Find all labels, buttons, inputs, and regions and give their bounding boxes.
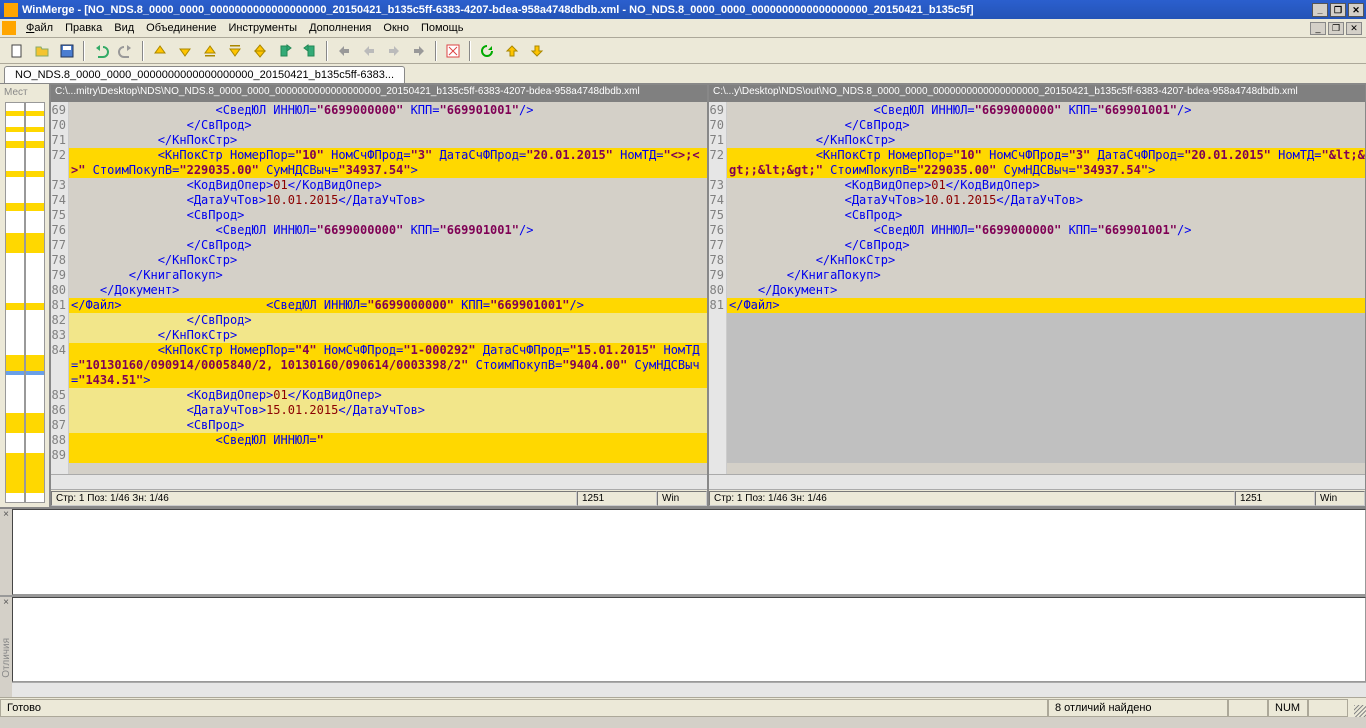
bottom-hscroll[interactable] [12,682,1366,697]
app-icon [4,3,18,17]
merge-right-all-icon[interactable] [408,40,430,62]
status-scrl [1308,699,1348,717]
location-strip-left[interactable] [5,102,25,503]
document-tab[interactable]: NO_NDS.8_0000_0000_0000000000000000000_2… [4,66,405,83]
refresh-icon[interactable] [476,40,498,62]
titlebar: WinMerge - [NO_NDS.8_0000_0000_000000000… [0,0,1366,19]
statusbar: Готово 8 отличий найдено NUM [0,697,1366,717]
right-code[interactable]: <СведЮЛ ИННЮЛ="6699000000" КПП="66990100… [727,102,1365,474]
location-pane[interactable]: Мест [0,84,50,507]
merge-right-icon[interactable] [383,40,405,62]
menu-window[interactable]: Окно [377,20,415,36]
mdi-minimize[interactable]: _ [1310,22,1326,35]
copy-left-icon[interactable] [299,40,321,62]
left-pane: C:\...mitry\Desktop\NDS\NO_NDS.8_0000_00… [50,84,708,507]
right-pane: C:\...y\Desktop\NDS\out\NO_NDS.8_0000_00… [708,84,1366,507]
right-pos: Стр: 1 Поз: 1/46 Зн: 1/46 [709,491,1235,506]
bottom-close-1[interactable]: × [3,509,9,520]
all-up-icon[interactable] [501,40,523,62]
save-icon[interactable] [56,40,78,62]
right-hscroll[interactable] [709,474,1365,489]
minimize-button[interactable]: _ [1312,3,1328,17]
bottom-content-2[interactable] [12,597,1366,683]
window-title: WinMerge - [NO_NDS.8_0000_0000_000000000… [22,4,1312,16]
main-area: Мест C:\...mitry\Desktop\NDS\NO_NDS.8_00… [0,84,1366,507]
menu-help[interactable]: Помощь [415,20,470,36]
diff-prev-icon[interactable] [149,40,171,62]
status-diffs: 8 отличий найдено [1048,699,1228,717]
mdi-close[interactable]: ✕ [1346,22,1362,35]
close-button[interactable]: ✕ [1348,3,1364,17]
menu-tools[interactable]: Инструменты [222,20,303,36]
left-status: Стр: 1 Поз: 1/46 Зн: 1/46 1251 Win [51,489,707,506]
document-tabs: NO_NDS.8_0000_0000_0000000000000000000_2… [0,64,1366,84]
merge-left-icon[interactable] [358,40,380,62]
right-eol: Win [1315,491,1365,506]
status-ready: Готово [0,699,1048,717]
status-num: NUM [1268,699,1308,717]
left-gutter: 6970717273747576777879808182838485868788… [51,102,69,474]
location-strip-right[interactable] [25,102,45,503]
copy-right-icon[interactable] [274,40,296,62]
diff-current-icon[interactable] [249,40,271,62]
left-enc: 1251 [577,491,657,506]
left-eol: Win [657,491,707,506]
menu-merge[interactable]: Объединение [140,20,222,36]
menu-plugins[interactable]: Дополнения [303,20,377,36]
mdi-icon [2,21,16,35]
maximize-button[interactable]: ❐ [1330,3,1346,17]
left-hscroll[interactable] [51,474,707,489]
right-gutter: 69707172737475767778798081 [709,102,727,474]
location-label: Мест [4,87,28,98]
all-down-icon[interactable] [526,40,548,62]
menu-view[interactable]: Вид [108,20,140,36]
bottom-close-2[interactable]: × [3,597,9,608]
bottom-label: Отличия [1,638,12,678]
highlight-icon[interactable] [442,40,464,62]
menubar: Файл Правка Вид Объединение Инструменты … [0,19,1366,38]
open-icon[interactable] [31,40,53,62]
bottom-content-1[interactable] [12,509,1366,595]
undo-icon[interactable] [90,40,112,62]
left-path[interactable]: C:\...mitry\Desktop\NDS\NO_NDS.8_0000_00… [51,85,707,102]
right-status: Стр: 1 Поз: 1/46 Зн: 1/46 1251 Win [709,489,1365,506]
diff-next2-icon[interactable] [224,40,246,62]
right-path[interactable]: C:\...y\Desktop\NDS\out\NO_NDS.8_0000_00… [709,85,1365,102]
diff-next-icon[interactable] [174,40,196,62]
menu-edit[interactable]: Правка [59,20,108,36]
bottom-panels: × × Отличия [0,507,1366,697]
toolbar [0,38,1366,64]
new-icon[interactable] [6,40,28,62]
status-cap [1228,699,1268,717]
merge-left-all-icon[interactable] [333,40,355,62]
redo-icon[interactable] [115,40,137,62]
resize-grip[interactable] [1348,699,1366,717]
left-code[interactable]: <СведЮЛ ИННЮЛ="6699000000" КПП="66990100… [69,102,707,474]
diff-prev2-icon[interactable] [199,40,221,62]
menu-file[interactable]: Файл [20,20,59,36]
left-pos: Стр: 1 Поз: 1/46 Зн: 1/46 [51,491,577,506]
right-enc: 1251 [1235,491,1315,506]
mdi-restore[interactable]: ❐ [1328,22,1344,35]
